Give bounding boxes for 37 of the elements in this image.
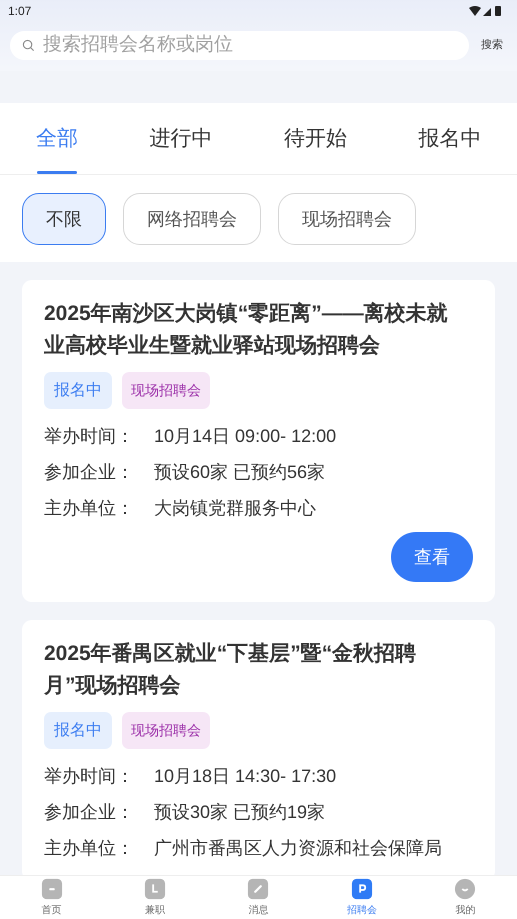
filter-chip[interactable]: 现场招聘会 <box>278 193 416 245</box>
field-value: 预设30家 已预约19家 <box>154 801 326 824</box>
tab[interactable]: 全部 <box>28 103 86 174</box>
field-label: 主办单位： <box>44 837 135 860</box>
status-time: 1:07 <box>8 3 32 20</box>
field-value: 预设60家 已预约56家 <box>154 461 326 484</box>
face-icon <box>454 878 476 900</box>
field-value: 10月14日 09:00- 12:00 <box>154 425 336 448</box>
filter-chip[interactable]: 不限 <box>22 193 106 245</box>
tab[interactable]: 待开始 <box>276 103 355 174</box>
nav-item[interactable]: 消息 <box>228 878 288 917</box>
nav-item[interactable]: 兼职 <box>125 878 186 917</box>
view-button[interactable]: 查看 <box>391 532 473 582</box>
status-tag: 报名中 <box>44 372 112 409</box>
field-label: 参加企业： <box>44 461 135 484</box>
field-label: 举办时间： <box>44 765 135 788</box>
field-label: 举办时间： <box>44 425 135 448</box>
field-label: 主办单位： <box>44 497 135 520</box>
type-tag: 现场招聘会 <box>122 372 210 409</box>
filter-chip[interactable]: 网络招聘会 <box>123 193 261 245</box>
search-button[interactable]: 搜索 <box>477 37 507 54</box>
field-value: 广州市番禺区人力资源和社会保障局 <box>154 837 442 860</box>
status-tag: 报名中 <box>44 712 112 749</box>
tab[interactable]: 进行中 <box>141 103 220 174</box>
fair-card[interactable]: 2025年南沙区大岗镇“零距离”——离校未就业高校毕业生暨就业驿站现场招聘会 报名中 现场招聘会 举办时间： 10月14日 09:00- 12:00 参加企业： 预设60家 已预约56家 主办单位： 大岗镇党群服务中心 查看 <box>22 280 495 602</box>
tab[interactable]: 报名中 <box>410 103 490 174</box>
fair-title: 2025年番禺区就业“下基层”暨“金秋招聘月”现场招聘会 <box>44 641 418 699</box>
fair-title: 2025年南沙区大岗镇“零距离”——离校未就业高校毕业生暨就业驿站现场招聘会 <box>44 300 449 359</box>
field-value: 10月18日 14:30- 17:30 <box>154 765 336 788</box>
search-icon <box>22 39 35 52</box>
field-value: 大岗镇党群服务中心 <box>154 497 316 520</box>
fair-card[interactable]: 2025年番禺区就业“下基层”暨“金秋招聘月”现场招聘会 报名中 现场招聘会 举办时间： 10月18日 14:30- 17:30 参加企业： 预设30家 已预约19家 主办单位： 广州市番禺区人力资源和社会保障局 <box>22 620 495 875</box>
nav-item[interactable]: 我的 <box>435 878 496 917</box>
type-tag: 现场招聘会 <box>122 712 210 749</box>
field-label: 参加企业： <box>44 801 135 824</box>
nav-item[interactable]: 首页 <box>22 878 82 917</box>
nav-item[interactable]: 招聘会 <box>332 878 392 917</box>
